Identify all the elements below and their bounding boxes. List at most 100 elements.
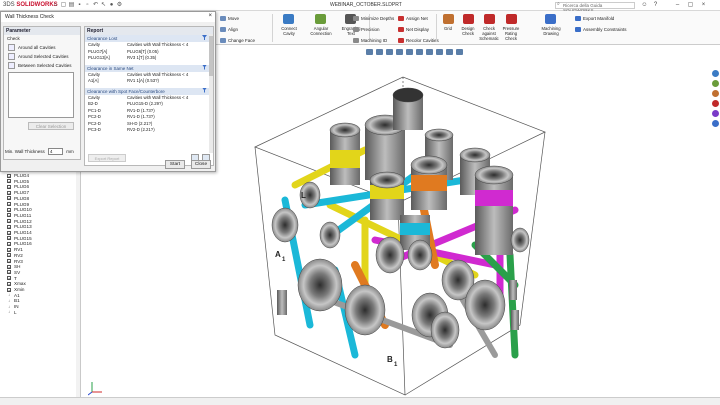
between-selected-cavities-option[interactable]: Between Selected Cavities [8, 62, 76, 69]
tree-item[interactable]: × PLUG4 [7, 173, 29, 178]
tree-item[interactable]: × PLUG13 [7, 224, 32, 229]
tree-item[interactable]: × T [7, 276, 17, 281]
precision-button[interactable]: Precision [353, 27, 380, 33]
tree-scrollbar[interactable] [76, 172, 80, 397]
new-file-icon[interactable]: ▢ [60, 2, 67, 9]
report-group-title: Clearance in Same Net [87, 65, 134, 71]
tree-item[interactable]: × PLUG7 [7, 190, 29, 195]
filter-icon[interactable] [202, 64, 207, 70]
report-group-header[interactable]: Clearance with Spot Face/Counterbore [85, 87, 213, 95]
file-explorer-tab-icon[interactable] [712, 90, 719, 97]
suppressed-feature-icon: × [7, 179, 11, 185]
tree-item-label: PLUG15 [14, 235, 32, 241]
selected-cavities-list[interactable] [8, 72, 74, 118]
tree-item[interactable]: × PLUG6 [7, 184, 29, 189]
tree-item[interactable]: × RV1 [7, 247, 23, 252]
design-check-icon[interactable] [463, 14, 474, 24]
align-button[interactable]: Align [220, 27, 238, 33]
grid-icon[interactable] [443, 14, 454, 24]
filter-icon[interactable] [202, 87, 207, 93]
tree-item[interactable]: × PLUG14 [7, 230, 32, 235]
help-icon[interactable]: ? [651, 1, 660, 9]
around-all-cavities-option[interactable]: Around all Cavities [8, 44, 76, 51]
angular-connection-icon[interactable] [315, 14, 326, 24]
tree-item[interactable]: × PLUG11 [7, 213, 31, 218]
help-search-input[interactable]: ⌕Ricerca della Guida SOLIDWORKS [555, 2, 635, 13]
tree-item-label: PLUG14 [14, 230, 32, 235]
export-report-button[interactable]: Export Report [88, 154, 126, 162]
maximize-icon[interactable]: ▢ [686, 1, 695, 9]
tree-item[interactable]: × PLUG12 [7, 219, 32, 224]
undo-icon[interactable]: ↶ [92, 2, 99, 9]
tree-item-label: Xmin [14, 287, 25, 292]
pressure-rating-label[interactable]: Pressure Rating Check [498, 26, 524, 41]
design-library-tab-icon[interactable] [712, 80, 719, 87]
report-group-header[interactable]: Clearance in Same Net [85, 64, 213, 72]
tree-item[interactable]: × PLUG9 [7, 202, 29, 207]
net-display-button[interactable]: Net Display [398, 27, 429, 33]
open-file-icon[interactable]: ▤ [68, 2, 75, 9]
tree-item[interactable]: × RV3 [7, 259, 23, 264]
report-panel: Report Clearance Lost Cavity Cavities with… [84, 26, 214, 166]
around-selected-cavities-option[interactable]: Around Selected Cavities [8, 53, 76, 60]
tree-item[interactable]: ↓ L [7, 310, 17, 315]
pressure-rating-icon[interactable] [506, 14, 517, 24]
report-group-title: Clearance Lost [87, 36, 118, 41]
model-viewport[interactable]: L A 1 B 1 [215, 55, 710, 397]
tree-item[interactable]: × SH [7, 264, 20, 269]
start-button[interactable]: Start [165, 160, 185, 169]
connect-cavity-icon[interactable] [283, 14, 294, 24]
view-palette-tab-icon[interactable] [712, 100, 719, 107]
move-button[interactable]: Move [220, 16, 239, 22]
close-icon[interactable]: × [699, 1, 708, 9]
min-wall-thickness-input[interactable]: 4 [48, 148, 64, 155]
custom-properties-tab-icon[interactable] [712, 120, 719, 127]
machining-drawing-icon[interactable] [545, 14, 556, 24]
thickness-cell: RV1 1[A] (0.53?) [127, 78, 159, 83]
tree-item[interactable]: ↓ B1 [7, 298, 20, 303]
machining-drawing-label[interactable]: Machining Drawing [534, 26, 568, 36]
tree-item[interactable]: × PLUG8 [7, 196, 29, 201]
close-button[interactable]: Close [191, 160, 211, 169]
export-manifold-button[interactable]: Export Manifold [575, 16, 614, 22]
recolor-cavities-button[interactable]: Recolor Cavities [398, 38, 439, 44]
rebuild-icon[interactable]: ● [108, 2, 115, 9]
close-icon[interactable]: × [208, 13, 212, 19]
assign-net-button[interactable]: Assign Net [398, 16, 428, 22]
connect-cavity-label[interactable]: Connect Cavity [272, 26, 306, 36]
minimize-icon[interactable]: – [673, 1, 682, 9]
tree-item[interactable]: × PLUG10 [7, 207, 32, 212]
home-icon[interactable]: ⌂ [52, 2, 59, 9]
move-icon [220, 16, 226, 22]
tree-item-label: PLUG7 [14, 190, 30, 196]
tree-item[interactable]: ↓ A1 [7, 293, 20, 298]
angular-connection-label[interactable]: Angular Connection [304, 26, 338, 36]
resources-tab-icon[interactable] [712, 70, 719, 77]
tree-item[interactable]: × Xmax [7, 281, 26, 286]
scroll-thumb[interactable] [209, 36, 213, 76]
suppressed-feature-icon: × [7, 270, 11, 276]
save-icon[interactable]: ▪ [76, 2, 83, 9]
report-group-header[interactable]: Clearance Lost [85, 35, 213, 42]
tree-item[interactable]: × PLUG15 [7, 236, 32, 241]
check-schematic-icon[interactable] [484, 14, 495, 24]
tree-item[interactable]: × PLUG16 [7, 241, 32, 246]
clear-selection-button[interactable]: Clear Selection [28, 122, 74, 130]
port-label-b: B [387, 355, 393, 364]
assembly-constraints-button[interactable]: Assembly Constraints [575, 27, 627, 33]
tree-item[interactable]: × PLUG5 [7, 179, 29, 184]
suppressed-feature-icon: × [7, 253, 11, 259]
options-icon[interactable]: ⚙ [116, 2, 123, 9]
select-icon[interactable]: ↖ [100, 2, 107, 9]
report-scrollbar[interactable] [209, 34, 213, 153]
solidworks-logo[interactable]: 3DS SOLIDWORKS [3, 2, 58, 8]
change-face-button[interactable]: Change Face [220, 38, 255, 44]
user-icon[interactable]: ☺ [640, 1, 649, 9]
tree-item[interactable]: × SV [7, 270, 20, 275]
print-icon[interactable]: ▫ [84, 2, 91, 9]
filter-icon[interactable] [202, 35, 207, 40]
minimize-depths-button[interactable]: Minimize Depths [353, 16, 394, 22]
tree-item[interactable]: × RV2 [7, 253, 23, 258]
appearances-tab-icon[interactable] [712, 110, 719, 117]
machining-id-button[interactable]: Machining ID [353, 38, 387, 44]
